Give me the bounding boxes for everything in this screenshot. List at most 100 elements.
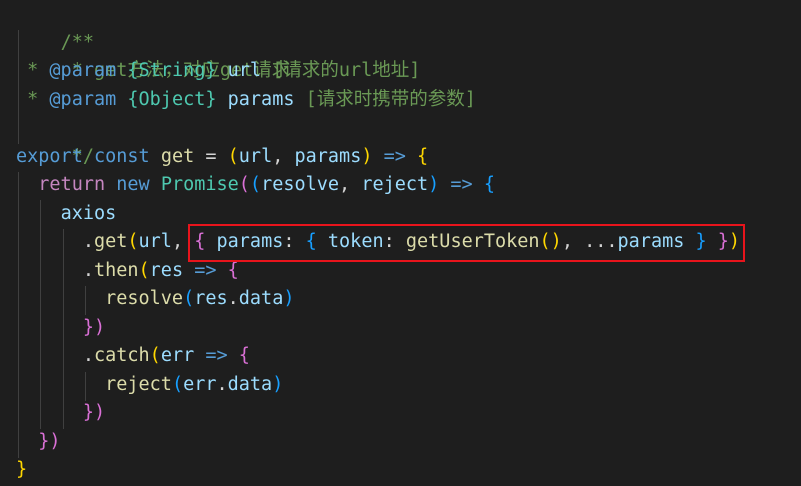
bracket-token: ): [361, 145, 373, 167]
punctuation-token: ,: [339, 174, 362, 195]
comment-token: [217, 89, 228, 110]
jsdoc-type: {Object}: [127, 88, 217, 110]
bracket-token: }: [16, 459, 28, 480]
arrow-token: =>: [205, 345, 228, 366]
property-token: data: [227, 373, 273, 395]
parameter-token: err: [160, 345, 195, 366]
jsdoc-param-name: url: [227, 60, 262, 81]
code-line[interactable]: return new Promise((resolve, reject) => …: [16, 171, 495, 200]
variable-token: url: [138, 231, 172, 252]
bracket-token: ): [283, 288, 295, 309]
highlight-annotation-box: [188, 224, 745, 262]
function-call-token: reject: [105, 373, 172, 395]
punctuation-token: .: [216, 373, 228, 395]
bracket-token: (: [149, 345, 161, 366]
jsdoc-type: {String}: [127, 60, 217, 81]
bracket-token: (: [138, 259, 150, 281]
parameter-token: url: [238, 145, 273, 167]
method-token: catch: [93, 345, 150, 366]
punctuation-token: .: [16, 231, 94, 252]
code-line[interactable]: resolve(res.data): [16, 285, 294, 314]
parameter-token: reject: [361, 174, 429, 195]
code-line[interactable]: * get方法，对应get请求: [16, 29, 291, 81]
method-token: get: [93, 231, 128, 252]
keyword-token: export: [16, 145, 83, 167]
arrow-token: =>: [383, 145, 406, 167]
bracket-token: {: [483, 174, 495, 195]
punctuation-token: ,: [272, 145, 295, 167]
arrow-token: =>: [450, 174, 473, 195]
function-name-token: get: [160, 145, 195, 167]
variable-token: res: [194, 288, 228, 309]
bracket-token: }): [82, 316, 106, 338]
punctuation-token: .: [227, 288, 239, 309]
bracket-token: }): [82, 402, 106, 423]
code-line[interactable]: * @param {Object} params [请求时携带的参数]: [16, 86, 476, 115]
variable-token: err: [183, 373, 217, 395]
class-name-token: Promise: [160, 174, 239, 195]
method-token: then: [93, 259, 139, 281]
code-line[interactable]: export const get = (url, params) => {: [16, 143, 428, 172]
jsdoc-tag: @param: [49, 88, 117, 110]
code-line[interactable]: }: [16, 456, 27, 485]
variable-token: axios: [60, 202, 117, 224]
bracket-token: (: [227, 145, 239, 167]
comment-token: *: [16, 60, 50, 81]
bracket-token: {: [227, 259, 239, 281]
bracket-token: {: [238, 345, 250, 366]
code-line[interactable]: */: [16, 114, 94, 167]
code-line[interactable]: .catch(err => {: [16, 342, 250, 371]
bracket-token: ): [428, 174, 440, 195]
keyword-token: const: [93, 145, 150, 167]
parameter-token: res: [149, 259, 184, 281]
code-line[interactable]: * @param {String} url [请求的url地址]: [16, 57, 420, 86]
comment-token: [请求时携带的参数]: [294, 88, 476, 110]
bracket-token: ): [272, 373, 284, 395]
punctuation-token: .: [16, 259, 94, 281]
comment-token: [116, 89, 127, 110]
bracket-token: }): [38, 430, 61, 452]
bracket-token: (: [127, 231, 139, 252]
jsdoc-tag: @param: [49, 60, 117, 81]
code-editor[interactable]: /** * get方法，对应get请求 * @param {String} ur…: [0, 0, 801, 486]
code-line[interactable]: /**: [16, 0, 94, 53]
punctuation-token: .: [16, 345, 94, 366]
bracket-token: (: [249, 174, 262, 195]
comment-token: [116, 60, 127, 81]
bracket-token: {: [417, 145, 429, 167]
code-line[interactable]: reject(err.data): [16, 371, 283, 400]
parameter-token: params: [294, 145, 362, 167]
keyword-token: return: [38, 174, 106, 195]
property-token: data: [238, 288, 284, 309]
comment-token: [请求的url地址]: [261, 60, 421, 81]
code-line[interactable]: }): [16, 314, 105, 343]
bracket-token: (: [183, 288, 195, 309]
keyword-token: new: [116, 174, 150, 195]
arrow-token: =>: [194, 259, 217, 281]
code-line[interactable]: axios: [16, 200, 117, 229]
comment-token: *: [16, 88, 50, 110]
parameter-token: resolve: [261, 174, 340, 195]
bracket-token: (: [171, 373, 184, 395]
code-line[interactable]: }): [16, 399, 105, 428]
operator-token: =: [194, 145, 228, 167]
code-line[interactable]: }): [16, 428, 61, 457]
